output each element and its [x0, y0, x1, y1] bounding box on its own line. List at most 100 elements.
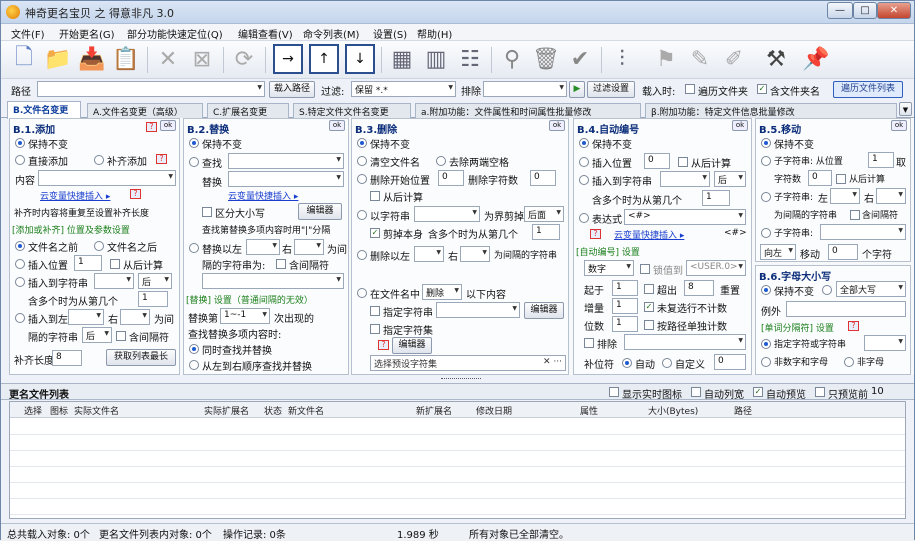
menu-quick-locate[interactable]: 部分功能快速定位(Q) — [127, 26, 223, 41]
spec-string-combo[interactable] — [436, 302, 520, 318]
copy-icon[interactable]: 📋 — [111, 44, 141, 74]
fixed-value-checkbox[interactable] — [640, 264, 650, 274]
sep-back-combo[interactable]: 后 — [82, 327, 112, 343]
right-combo[interactable] — [294, 239, 324, 255]
col-select[interactable]: 选择 — [24, 404, 42, 417]
menu-commands[interactable]: 命令列表(M) — [303, 26, 359, 41]
tab-attribute-modify[interactable]: a.附加功能：文件属性和时间属性批量修改 — [415, 103, 641, 118]
before-name-radio[interactable] — [15, 241, 25, 251]
tab-filename-advanced[interactable]: A.文件名变更（高级） — [87, 103, 203, 118]
replace-input[interactable] — [228, 171, 344, 187]
insert-to-radio[interactable] — [15, 277, 25, 287]
editor-button[interactable]: 编辑器 — [524, 302, 564, 319]
table-row[interactable] — [10, 499, 905, 515]
col-actual-name[interactable]: 实际文件名 — [74, 404, 119, 417]
flag-icon[interactable]: ⚑ — [651, 44, 681, 74]
replace-left-radio[interactable] — [189, 243, 199, 253]
col-new-ext[interactable]: 新扩展名 — [416, 404, 452, 417]
back-combo[interactable]: 后 — [714, 171, 746, 187]
exclude-combo[interactable] — [483, 81, 567, 97]
filter-settings-button[interactable]: 过滤设置 — [587, 81, 635, 98]
substring-lr-radio[interactable] — [761, 192, 771, 202]
help-icon[interactable]: ? — [156, 154, 167, 164]
sync-replace-radio[interactable] — [189, 344, 199, 354]
load-path-button[interactable]: 载入路径 — [269, 81, 315, 98]
arrow-right-icon[interactable]: → — [273, 44, 303, 74]
help-icon[interactable]: ? — [130, 189, 141, 199]
traverse-list-button[interactable]: 遍历文件列表 — [833, 81, 903, 98]
variable-insert-link[interactable]: 云变量快捷插入 ▸ — [614, 228, 684, 241]
substring3-combo[interactable] — [820, 224, 906, 240]
edit-list-icon[interactable]: ✎ — [685, 44, 715, 74]
insert-to-combo[interactable] — [660, 171, 710, 187]
after-name-radio[interactable] — [94, 241, 104, 251]
replace-n-combo[interactable]: 1~-1 — [220, 308, 270, 324]
col-attributes[interactable]: 属性 — [580, 404, 598, 417]
in-name-radio[interactable] — [357, 288, 367, 298]
complement-radio[interactable] — [94, 155, 104, 165]
n-times-stepper[interactable]: 1 — [138, 291, 168, 307]
step-stepper[interactable]: 1 — [612, 298, 638, 314]
menu-edit-view[interactable]: 编辑查看(V) — [238, 26, 293, 41]
right-combo[interactable] — [460, 246, 490, 262]
from-back-checkbox[interactable] — [370, 191, 380, 201]
tab-specific-filename[interactable]: S.特定文件文件名变更 — [293, 103, 411, 118]
digits-stepper[interactable]: 1 — [612, 316, 638, 332]
left-combo[interactable] — [414, 246, 444, 262]
exclude-combo[interactable] — [624, 334, 746, 350]
substring3-radio[interactable] — [761, 228, 771, 238]
col-status[interactable]: 状态 — [264, 404, 282, 417]
variable-insert-link[interactable]: 云变量快捷插入 ▸ — [228, 189, 298, 202]
tab-filename-change[interactable]: B.文件名变更 — [7, 101, 81, 119]
show-icons-checkbox[interactable] — [609, 387, 619, 397]
direct-add-radio[interactable] — [15, 155, 25, 165]
custom-pad-radio[interactable] — [662, 358, 672, 368]
case-mode-radio[interactable] — [822, 285, 832, 295]
find-input[interactable] — [228, 153, 344, 169]
by-string-radio[interactable] — [357, 210, 367, 220]
spec-set-checkbox[interactable] — [370, 324, 380, 334]
panel-ok-button[interactable]: ok — [891, 120, 907, 131]
keep-radio[interactable] — [761, 138, 771, 148]
import-icon[interactable]: 📥 — [77, 44, 107, 74]
spec-string-checkbox[interactable] — [370, 306, 380, 316]
preset-set-input[interactable]: 选择预设字符集 ✕ ··· — [370, 355, 566, 371]
panel-ok-button[interactable]: ok — [329, 120, 345, 131]
table-row[interactable] — [10, 483, 905, 499]
menu-help[interactable]: 帮助(H) — [417, 26, 452, 41]
arrow-down-icon[interactable]: ↓ — [345, 44, 375, 74]
merge-sep-checkbox[interactable] — [276, 259, 286, 269]
table-row[interactable] — [10, 451, 905, 467]
lr-replace-radio[interactable] — [189, 360, 199, 370]
auto-preview-checkbox[interactable]: ✓ — [753, 387, 763, 397]
editor-button[interactable]: 编辑器 — [298, 203, 342, 220]
table-row[interactable] — [10, 435, 905, 451]
add-folder-icon[interactable]: 📁 — [43, 44, 73, 74]
delete-icon[interactable]: ✕ — [153, 44, 183, 74]
insert-pos-radio[interactable] — [579, 157, 589, 167]
insert-pos-stepper[interactable]: 1 — [74, 255, 102, 271]
col-size[interactable]: 大小(Bytes) — [648, 404, 698, 417]
expression-radio[interactable] — [579, 213, 589, 223]
non-alnum-radio[interactable] — [761, 357, 771, 367]
overflow-stepper[interactable]: 8 — [684, 280, 714, 296]
move-stepper[interactable]: 0 — [828, 244, 858, 260]
case-checkbox[interactable] — [202, 207, 212, 217]
col-path[interactable]: 路径 — [734, 404, 752, 417]
search-icon[interactable]: ⚲ — [497, 44, 527, 74]
help-icon[interactable]: ? — [146, 122, 157, 132]
keep-radio[interactable] — [189, 138, 199, 148]
spec-char-combo[interactable] — [864, 335, 906, 351]
panel-ok-button[interactable]: ok — [732, 120, 748, 131]
edit-icon[interactable]: ✐ — [719, 44, 749, 74]
delete-mode-combo[interactable]: 删除 — [422, 284, 462, 300]
skip-unchecked-checkbox[interactable]: ✓ — [644, 302, 654, 312]
insert-left-radio[interactable] — [15, 313, 25, 323]
path-input[interactable] — [37, 81, 265, 97]
filter-combo[interactable]: 保留 *.* — [351, 81, 456, 97]
insert-to-radio[interactable] — [579, 175, 589, 185]
n-times-stepper[interactable]: 1 — [702, 190, 730, 206]
help-icon[interactable]: ? — [590, 229, 601, 239]
right-combo[interactable] — [876, 188, 906, 204]
arrow-up-icon[interactable]: ↑ — [309, 44, 339, 74]
